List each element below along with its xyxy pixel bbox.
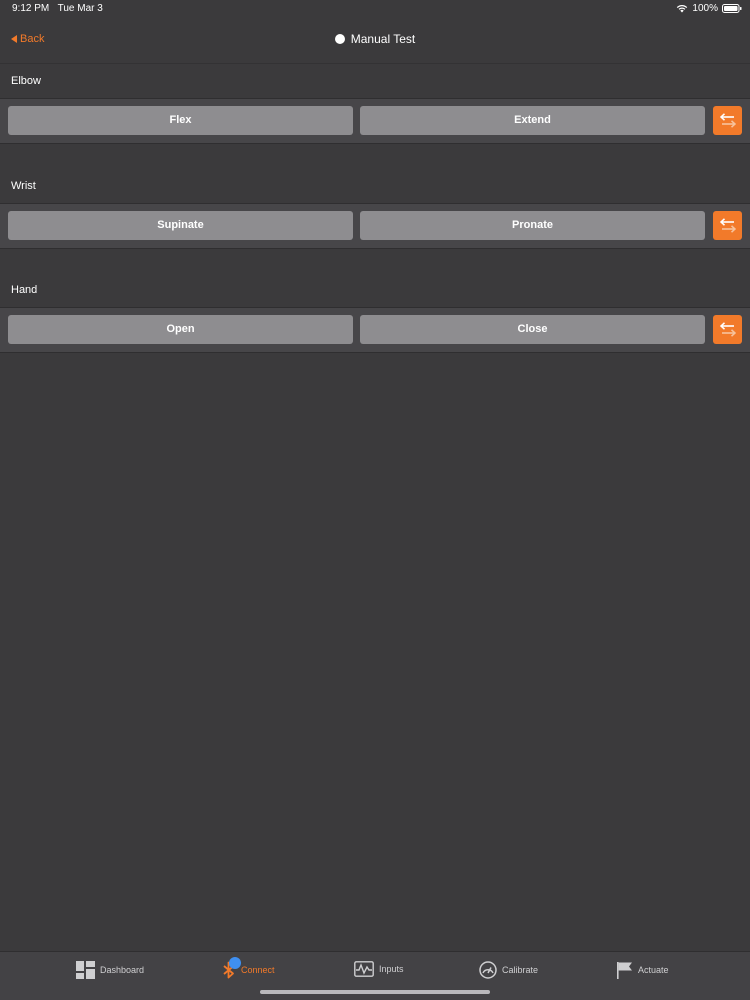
section-title: Wrist [11,180,36,192]
tab-label: Connect [241,965,275,975]
control-row: Open Close [0,307,750,353]
tab-calibrate[interactable]: Calibrate [479,961,538,979]
nav-bar: Back Manual Test [0,18,750,64]
dashboard-icon [76,961,95,979]
tab-actuate[interactable]: Actuate [616,961,669,979]
close-button[interactable]: Close [360,315,705,344]
open-button[interactable]: Open [8,315,353,344]
section-elbow: Elbow Flex Extend [0,64,750,144]
swap-direction-button[interactable] [713,211,742,240]
status-bar: 9:12 PM Tue Mar 3 100% [0,0,750,18]
swap-arrows-icon [719,113,736,128]
status-clock: 9:12 PM [12,3,50,14]
waveform-icon [354,961,374,977]
swap-direction-button[interactable] [713,106,742,135]
tab-label: Actuate [638,965,669,975]
swap-arrows-icon [719,218,736,233]
swap-arrows-icon [719,322,736,337]
notification-badge [229,957,241,969]
page-title-text: Manual Test [350,32,416,46]
bluetooth-icon [222,957,241,979]
status-time: 9:12 PM Tue Mar 3 [12,3,103,14]
swap-direction-button[interactable] [713,315,742,344]
section-title: Elbow [11,75,41,87]
flag-icon [616,961,633,979]
tab-label: Inputs [379,964,404,974]
battery-percent: 100% [692,3,718,14]
tab-bar: Dashboard Connect Inputs Calibrate Actua… [0,951,750,1000]
supinate-button[interactable]: Supinate [8,211,353,240]
tab-inputs[interactable]: Inputs [354,961,404,977]
status-indicators: 100% [676,3,742,14]
tab-label: Calibrate [502,965,539,975]
battery-icon [722,4,742,13]
control-row: Flex Extend [0,98,750,144]
page-title: Manual Test [0,32,750,46]
extend-button[interactable]: Extend [360,106,705,135]
section-hand: Hand Open Close [0,273,750,353]
flex-button[interactable]: Flex [8,106,353,135]
tab-dashboard[interactable]: Dashboard [76,961,144,979]
status-date: Tue Mar 3 [57,3,103,14]
section-wrist: Wrist Supinate Pronate [0,169,750,249]
wifi-icon [676,4,688,13]
tab-label: Dashboard [100,965,145,975]
section-title: Hand [11,284,38,296]
gauge-icon [479,961,497,979]
pronate-button[interactable]: Pronate [360,211,705,240]
status-dot-icon [334,34,345,44]
home-indicator[interactable] [260,990,490,994]
tab-connect[interactable]: Connect [222,957,275,979]
control-row: Supinate Pronate [0,203,750,249]
